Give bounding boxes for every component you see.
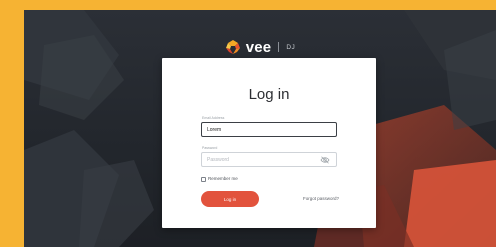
vee-logo-icon	[225, 40, 240, 54]
login-screen: vee DJ Log in Email Address Lorem Passwo…	[24, 10, 496, 247]
email-label: Email Address	[202, 116, 225, 120]
brand-header: vee DJ	[24, 37, 496, 57]
password-field[interactable]: Password	[201, 152, 337, 167]
remember-label: Remember me	[208, 176, 238, 181]
password-placeholder: Password	[207, 157, 229, 163]
eye-off-icon[interactable]	[320, 156, 330, 164]
password-label: Password	[202, 146, 218, 150]
login-card: Log in Email Address Lorem Password Pass…	[162, 58, 376, 228]
page-title: Log in	[248, 86, 290, 103]
email-value: Lorem	[207, 127, 222, 133]
remember-checkbox[interactable]	[201, 177, 206, 182]
brand-separator	[278, 42, 280, 52]
brand-sub: DJ	[286, 43, 296, 51]
brand-name: vee	[245, 38, 272, 56]
email-field[interactable]: Lorem	[201, 122, 337, 137]
forgot-password-link[interactable]: Forgot password?	[303, 196, 339, 201]
login-button[interactable]: Log in	[201, 191, 259, 207]
page-frame: vee DJ Log in Email Address Lorem Passwo…	[0, 0, 496, 247]
